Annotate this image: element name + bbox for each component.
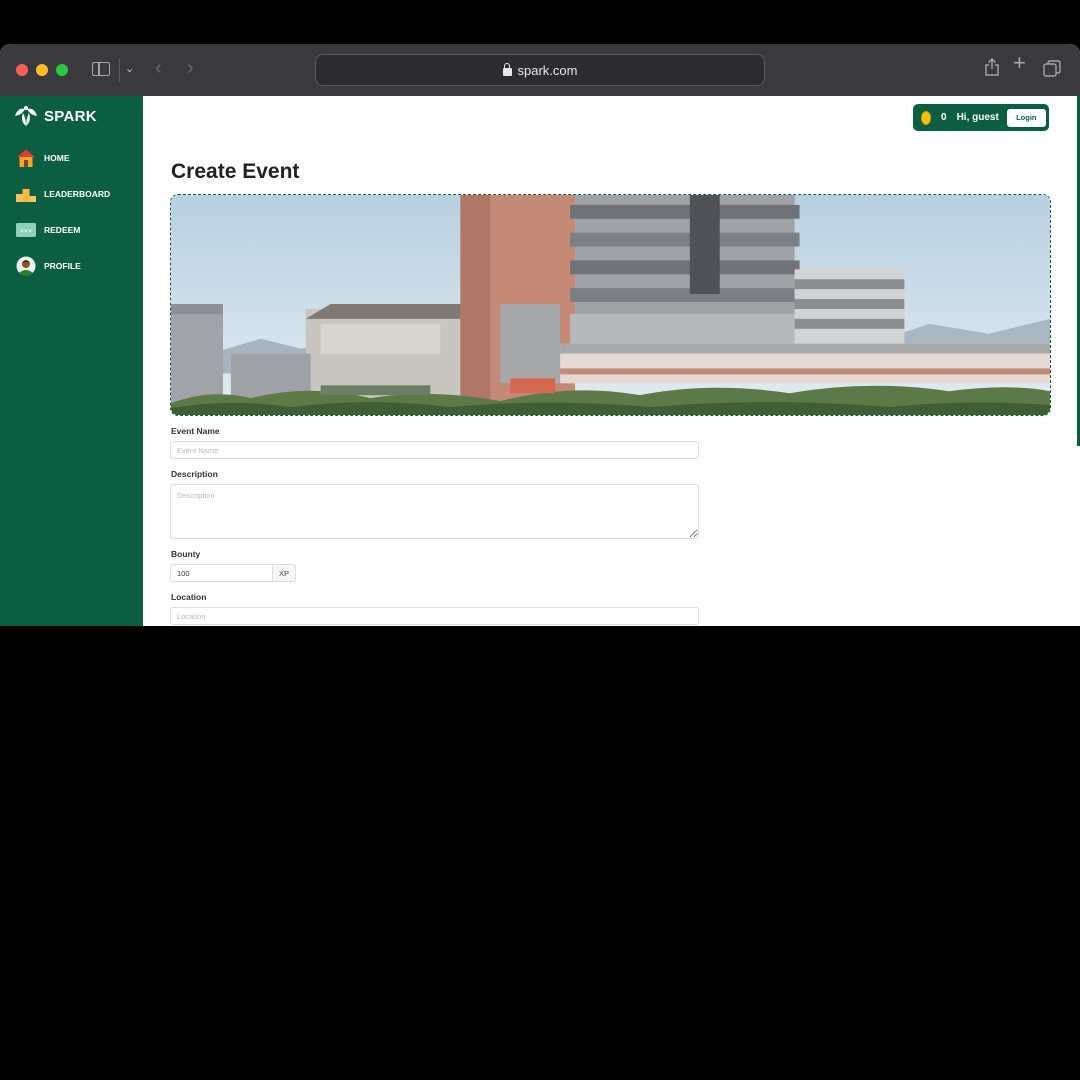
- sidebar-item-label: PROFILE: [44, 261, 81, 271]
- browser-titlebar: ⌄ ‹ › spark.com +: [0, 44, 1080, 96]
- podium-icon: [16, 189, 36, 202]
- bounty-input[interactable]: [170, 564, 273, 582]
- spark-logo-icon: [15, 106, 37, 126]
- coin-icon: [921, 110, 931, 125]
- address-bar[interactable]: spark.com: [315, 54, 765, 86]
- close-window-button[interactable]: [16, 64, 28, 76]
- location-label: Location: [171, 592, 207, 602]
- bounty-unit: XP: [273, 564, 296, 582]
- avatar-icon: [16, 256, 36, 276]
- bounty-label: Bounty: [171, 549, 201, 559]
- event-image-upload[interactable]: [170, 194, 1051, 416]
- lock-icon: [502, 62, 512, 76]
- minimize-window-button[interactable]: [36, 64, 48, 76]
- sidebar-item-label: HOME: [44, 153, 70, 163]
- tab-overview-icon[interactable]: [1043, 60, 1061, 78]
- brand[interactable]: SPARK: [12, 104, 97, 128]
- maximize-window-button[interactable]: [56, 64, 68, 76]
- browser-window: ⌄ ‹ › spark.com + SPARK HOME LEADERBOARD…: [0, 44, 1080, 626]
- share-icon[interactable]: [985, 58, 999, 76]
- home-icon: [17, 149, 35, 167]
- toolbar-divider: [119, 58, 120, 82]
- svg-text:✕✕✕: ✕✕✕: [20, 229, 33, 235]
- bounty-field: XP: [170, 564, 296, 582]
- ticket-icon: ✕✕✕: [16, 223, 36, 237]
- forward-icon[interactable]: ›: [187, 58, 194, 78]
- url-text: spark.com: [517, 62, 578, 78]
- new-tab-icon[interactable]: +: [1013, 52, 1026, 74]
- xp-count: 0: [941, 112, 947, 123]
- back-icon[interactable]: ‹: [155, 58, 162, 78]
- sidebar-item-home[interactable]: HOME: [16, 148, 70, 168]
- sidebar-item-label: LEADERBOARD: [44, 189, 111, 199]
- brand-name: SPARK: [44, 107, 97, 125]
- sidebar-item-label: REDEEM: [44, 225, 81, 235]
- event-name-input[interactable]: [170, 441, 699, 459]
- sidebar-toggle-icon[interactable]: [92, 62, 110, 76]
- sidebar: SPARK HOME LEADERBOARD ✕✕✕ REDEEM PROFIL…: [0, 96, 143, 626]
- chevron-down-icon[interactable]: ⌄: [125, 61, 134, 77]
- sidebar-item-leaderboard[interactable]: LEADERBOARD: [16, 184, 110, 204]
- event-name-label: Event Name: [171, 426, 220, 436]
- page-title: Create Event: [171, 160, 300, 183]
- login-button[interactable]: Login: [1006, 108, 1046, 127]
- user-status-box: 0 Hi, guest Login: [913, 104, 1049, 131]
- sidebar-item-profile[interactable]: PROFILE: [16, 256, 81, 276]
- sidebar-item-redeem[interactable]: ✕✕✕ REDEEM: [16, 220, 80, 240]
- greeting-text: Hi, guest: [956, 112, 999, 123]
- event-banner-image: [171, 195, 1050, 415]
- description-input[interactable]: [170, 484, 699, 539]
- location-input[interactable]: [170, 607, 699, 625]
- main-content: 0 Hi, guest Login Create Event Event Nam…: [143, 96, 1080, 626]
- description-label: Description: [171, 469, 218, 479]
